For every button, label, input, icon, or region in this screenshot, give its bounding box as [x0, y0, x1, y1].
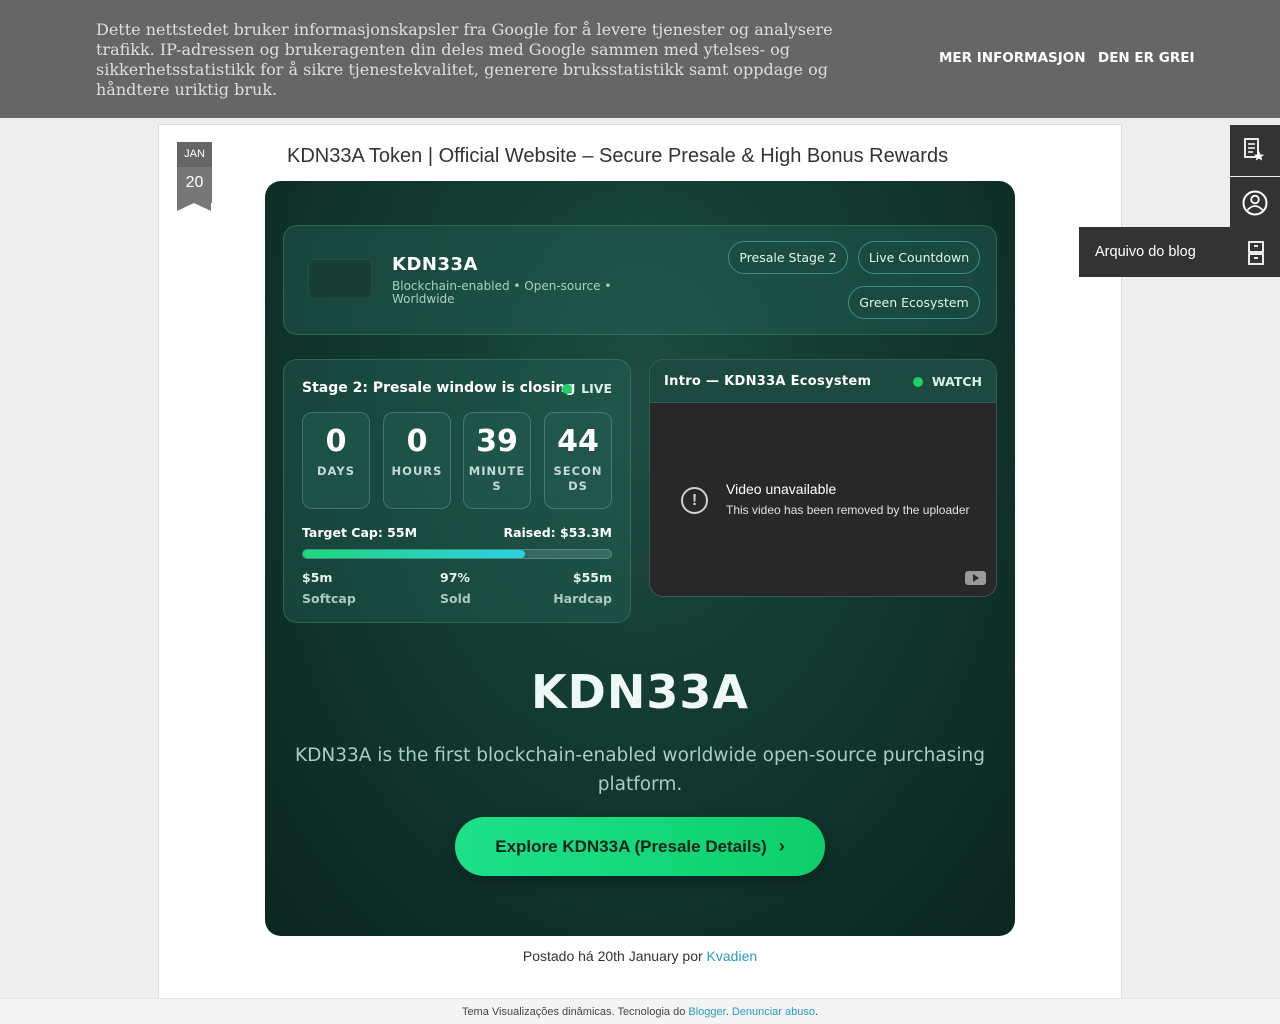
- post-title[interactable]: KDN33A Token | Official Website – Secure…: [287, 145, 948, 168]
- target-cap: Target Cap: 55M: [302, 525, 418, 540]
- countdown-panel: Stage 2: Presale window is closing LIVE …: [283, 359, 631, 623]
- softcap-label: Softcap: [302, 591, 356, 606]
- hardcap-stat: $55m Hardcap: [553, 570, 612, 607]
- date-month: JAN: [177, 142, 212, 167]
- explore-presale-label: Explore KDN33A (Presale Details): [495, 837, 767, 856]
- explore-presale-button[interactable]: Explore KDN33A (Presale Details) ›: [455, 817, 825, 876]
- countdown-minutes-label: MINUTES: [468, 464, 526, 493]
- brand-name: KDN33A: [392, 254, 478, 275]
- byline-prefix: Postado há 20th January por: [522, 948, 707, 964]
- sold-value: 97%: [440, 570, 470, 585]
- pill-live-countdown[interactable]: Live Countdown: [858, 241, 980, 274]
- blogger-link[interactable]: Blogger: [688, 1006, 725, 1018]
- hardcap-label: Hardcap: [553, 591, 612, 606]
- sidebar-pages-button[interactable]: [1230, 125, 1280, 176]
- pill-presale-stage[interactable]: Presale Stage 2: [728, 241, 848, 274]
- author-link[interactable]: Kvadien: [707, 948, 758, 964]
- video-header: Intro — KDN33A Ecosystem WATCH: [650, 360, 996, 403]
- live-label: LIVE: [581, 381, 612, 396]
- alert-circle-icon: !: [681, 487, 708, 514]
- video-title: Intro — KDN33A Ecosystem: [664, 374, 872, 389]
- blog-archive-button[interactable]: Arquivo do blog: [1079, 227, 1280, 277]
- sidebar-profile-button[interactable]: [1230, 177, 1280, 228]
- brand-panel: KDN33A Blockchain-enabled • Open-source …: [283, 225, 997, 335]
- countdown-hours-label: HOURS: [391, 464, 443, 478]
- countdown-minutes-value: 39: [476, 424, 518, 459]
- live-status: LIVE: [562, 381, 612, 396]
- brand-tags: Blockchain-enabled • Open-source • World…: [392, 279, 612, 306]
- countdown-days-value: 0: [325, 424, 347, 459]
- countdown-title: Stage 2: Presale window is closing: [302, 380, 576, 396]
- footer-suffix: .: [815, 1006, 819, 1018]
- footer: Tema Visualizações dinâmicas. Tecnologia…: [0, 998, 1280, 1024]
- archive-cabinet-icon: [1248, 241, 1264, 265]
- cookie-banner: Dette nettstedet bruker informasjonskaps…: [0, 0, 1280, 118]
- countdown-hours: 0 HOURS: [383, 412, 451, 509]
- presale-stats: $5m Softcap 97% Sold $55m Hardcap: [302, 570, 612, 610]
- footer-prefix: Tema Visualizações dinâmicas. Tecnologia…: [461, 1006, 689, 1018]
- more-info-button[interactable]: MER INFORMASJON: [939, 50, 1086, 66]
- chevron-right-icon: ›: [778, 836, 785, 856]
- video-panel: Intro — KDN33A Ecosystem WATCH ! Video u…: [649, 359, 997, 597]
- countdown-seconds-label: SECONDS: [553, 464, 603, 493]
- hero-section: KDN33A Blockchain-enabled • Open-source …: [265, 181, 1015, 936]
- blog-archive-label: Arquivo do blog: [1095, 244, 1196, 260]
- date-badge: JAN 20: [177, 142, 212, 212]
- sold-label: Sold: [440, 591, 471, 606]
- softcap-value: $5m: [302, 570, 333, 585]
- youtube-icon[interactable]: [965, 571, 986, 585]
- brand-logo: [308, 259, 372, 299]
- live-dot-icon: [562, 384, 573, 394]
- presale-progress-fill: [303, 550, 525, 558]
- hardcap-value: $55m: [572, 570, 612, 585]
- date-day: 20: [177, 167, 212, 203]
- date-ribbon-tail: [177, 203, 211, 211]
- watch-dot-icon: [912, 377, 923, 387]
- countdown-days-label: DAYS: [317, 464, 355, 478]
- countdown-seconds: 44 SECONDS: [544, 412, 612, 509]
- accept-cookies-button[interactable]: DEN ER GREI: [1098, 50, 1194, 66]
- raised-amount: Raised: $53.3M: [503, 525, 612, 540]
- presale-progress-bar: [302, 549, 612, 559]
- hero-headline: KDN33A: [531, 665, 749, 719]
- countdown-seconds-value: 44: [557, 424, 599, 459]
- watch-status: WATCH: [912, 374, 982, 389]
- countdown-minutes: 39 MINUTES: [463, 412, 531, 509]
- cookie-text: Dette nettstedet bruker informasjonskaps…: [96, 20, 833, 99]
- video-unavailable-message: Video unavailable: [726, 481, 837, 497]
- video-player[interactable]: ! Video unavailable This video has been …: [650, 403, 996, 596]
- hero-description: KDN33A is the first blockchain-enabled w…: [295, 745, 985, 795]
- cap-row: Target Cap: 55M Raised: $53.3M: [302, 525, 612, 540]
- video-unavailable-detail: This video has been removed by the uploa…: [726, 503, 970, 517]
- watch-label: WATCH: [931, 374, 982, 389]
- countdown-hours-value: 0: [406, 424, 428, 459]
- document-star-icon: [1244, 138, 1264, 161]
- sold-stat: 97% Sold: [440, 570, 471, 607]
- report-abuse-link[interactable]: Denunciar abuso: [732, 1006, 815, 1018]
- post-byline: Postado há 20th January por Kvadien: [0, 948, 1280, 964]
- user-circle-icon: [1242, 190, 1268, 216]
- countdown-days: 0 DAYS: [302, 412, 370, 509]
- softcap-stat: $5m Softcap: [302, 570, 356, 607]
- pill-green-ecosystem[interactable]: Green Ecosystem: [848, 286, 980, 319]
